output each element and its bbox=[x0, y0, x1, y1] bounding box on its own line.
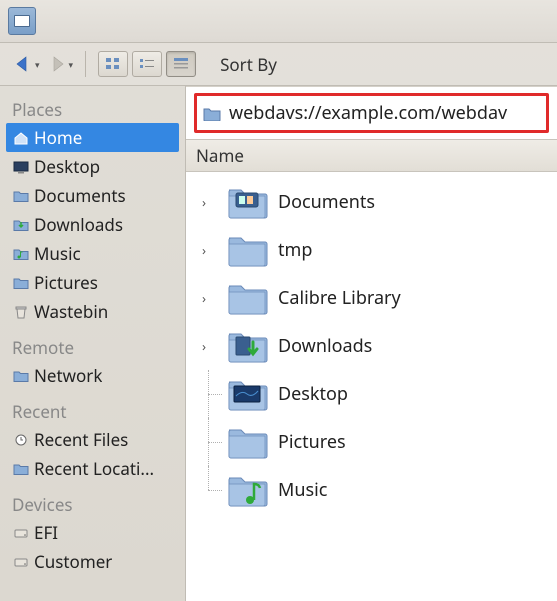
arrow-left-icon bbox=[12, 53, 34, 75]
file-list[interactable]: › Documents › tmp › Calibre Library › Downloads… bbox=[186, 172, 557, 601]
recent-icon bbox=[12, 432, 30, 448]
sidebar-item-recent-files[interactable]: Recent Files bbox=[6, 425, 179, 454]
file-row[interactable]: Pictures bbox=[190, 418, 553, 466]
sidebar-item-label: Recent Files bbox=[34, 428, 128, 451]
toolbar-separator bbox=[85, 51, 86, 77]
address-input[interactable] bbox=[227, 100, 540, 126]
file-name: Documents bbox=[278, 190, 375, 214]
list-icon bbox=[139, 57, 155, 71]
sidebar-item-downloads[interactable]: Downloads bbox=[6, 210, 179, 239]
sidebar-item-customer[interactable]: Customer bbox=[6, 547, 179, 576]
drive-icon bbox=[12, 525, 30, 541]
tree-line bbox=[202, 370, 216, 418]
sidebar-item-label: Documents bbox=[34, 184, 126, 207]
sidebar-item-wastebin[interactable]: Wastebin bbox=[6, 297, 179, 326]
file-manager-window: ▾ ▾ Sort By Places Home Desktop Documents bbox=[0, 0, 557, 599]
sidebar-item-label: Wastebin bbox=[34, 300, 108, 323]
folder-icon bbox=[226, 232, 268, 268]
places-sidebar: Places Home Desktop Documents Downloads Music… bbox=[0, 86, 186, 601]
address-bar[interactable] bbox=[194, 93, 549, 133]
sidebar-item-efi[interactable]: EFI bbox=[6, 518, 179, 547]
expander-icon[interactable]: › bbox=[202, 241, 216, 259]
sidebar-item-label: Home bbox=[34, 126, 82, 149]
download-icon bbox=[12, 217, 30, 233]
home-icon bbox=[12, 130, 30, 146]
sidebar-item-home[interactable]: Home bbox=[6, 123, 179, 152]
sidebar-item-label: Recent Locati... bbox=[34, 457, 154, 480]
sidebar-item-label: Pictures bbox=[34, 271, 98, 294]
sidebar-heading: Remote bbox=[6, 332, 179, 361]
sidebar-item-label: Downloads bbox=[34, 213, 123, 236]
folder-icon bbox=[226, 184, 268, 220]
view-icons-button[interactable] bbox=[98, 51, 128, 77]
chevron-down-icon: ▾ bbox=[35, 58, 40, 71]
folder-icon bbox=[226, 472, 268, 508]
folder-icon bbox=[12, 461, 30, 477]
pictures-icon bbox=[12, 275, 30, 291]
file-name: tmp bbox=[278, 238, 312, 262]
folder-icon bbox=[226, 328, 268, 364]
file-row[interactable]: › tmp bbox=[190, 226, 553, 274]
sidebar-item-label: Network bbox=[34, 364, 102, 387]
file-row[interactable]: Music bbox=[190, 466, 553, 514]
sort-by-button[interactable]: Sort By bbox=[220, 53, 277, 76]
folder-icon bbox=[12, 188, 30, 204]
column-header-name[interactable]: Name bbox=[186, 139, 557, 172]
app-icon bbox=[8, 7, 36, 35]
sidebar-item-label: EFI bbox=[34, 521, 58, 544]
tree-line bbox=[202, 418, 216, 466]
file-name: Downloads bbox=[278, 334, 372, 358]
titlebar bbox=[0, 0, 557, 43]
music-icon bbox=[12, 246, 30, 262]
folder-icon bbox=[203, 106, 221, 121]
file-name: Music bbox=[278, 478, 327, 502]
trash-icon bbox=[12, 304, 30, 320]
file-row[interactable]: › Documents bbox=[190, 178, 553, 226]
back-button[interactable]: ▾ bbox=[12, 53, 40, 75]
file-row[interactable]: › Calibre Library bbox=[190, 274, 553, 322]
folder-icon bbox=[226, 280, 268, 316]
main-pane: Name › Documents › tmp › Calibre Library › Down… bbox=[186, 86, 557, 601]
view-details-button[interactable] bbox=[166, 51, 196, 77]
sidebar-item-label: Music bbox=[34, 242, 81, 265]
sidebar-item-desktop[interactable]: Desktop bbox=[6, 152, 179, 181]
drive-icon bbox=[12, 554, 30, 570]
sidebar-item-documents[interactable]: Documents bbox=[6, 181, 179, 210]
tree-line bbox=[202, 466, 216, 514]
details-icon bbox=[173, 57, 189, 71]
sidebar-item-label: Desktop bbox=[34, 155, 100, 178]
sidebar-item-pictures[interactable]: Pictures bbox=[6, 268, 179, 297]
arrow-right-icon bbox=[46, 53, 68, 75]
file-name: Pictures bbox=[278, 430, 346, 454]
chevron-down-icon: ▾ bbox=[69, 58, 74, 71]
sidebar-heading: Recent bbox=[6, 396, 179, 425]
network-icon bbox=[12, 368, 30, 384]
expander-icon[interactable]: › bbox=[202, 193, 216, 211]
folder-icon bbox=[226, 376, 268, 412]
grid-icon bbox=[105, 57, 121, 71]
view-compact-button[interactable] bbox=[132, 51, 162, 77]
forward-button[interactable]: ▾ bbox=[46, 53, 74, 75]
desktop-icon bbox=[12, 159, 30, 175]
toolbar: ▾ ▾ Sort By bbox=[0, 43, 557, 86]
file-name: Calibre Library bbox=[278, 286, 401, 310]
sidebar-heading: Places bbox=[6, 94, 179, 123]
file-name: Desktop bbox=[278, 382, 348, 406]
folder-icon bbox=[226, 424, 268, 460]
sidebar-item-network[interactable]: Network bbox=[6, 361, 179, 390]
expander-icon[interactable]: › bbox=[202, 337, 216, 355]
file-row[interactable]: Desktop bbox=[190, 370, 553, 418]
sidebar-heading: Devices bbox=[6, 489, 179, 518]
file-row[interactable]: › Downloads bbox=[190, 322, 553, 370]
sidebar-item-label: Customer bbox=[34, 550, 112, 573]
expander-icon[interactable]: › bbox=[202, 289, 216, 307]
sidebar-item-recent-locati-[interactable]: Recent Locati... bbox=[6, 454, 179, 483]
sidebar-item-music[interactable]: Music bbox=[6, 239, 179, 268]
